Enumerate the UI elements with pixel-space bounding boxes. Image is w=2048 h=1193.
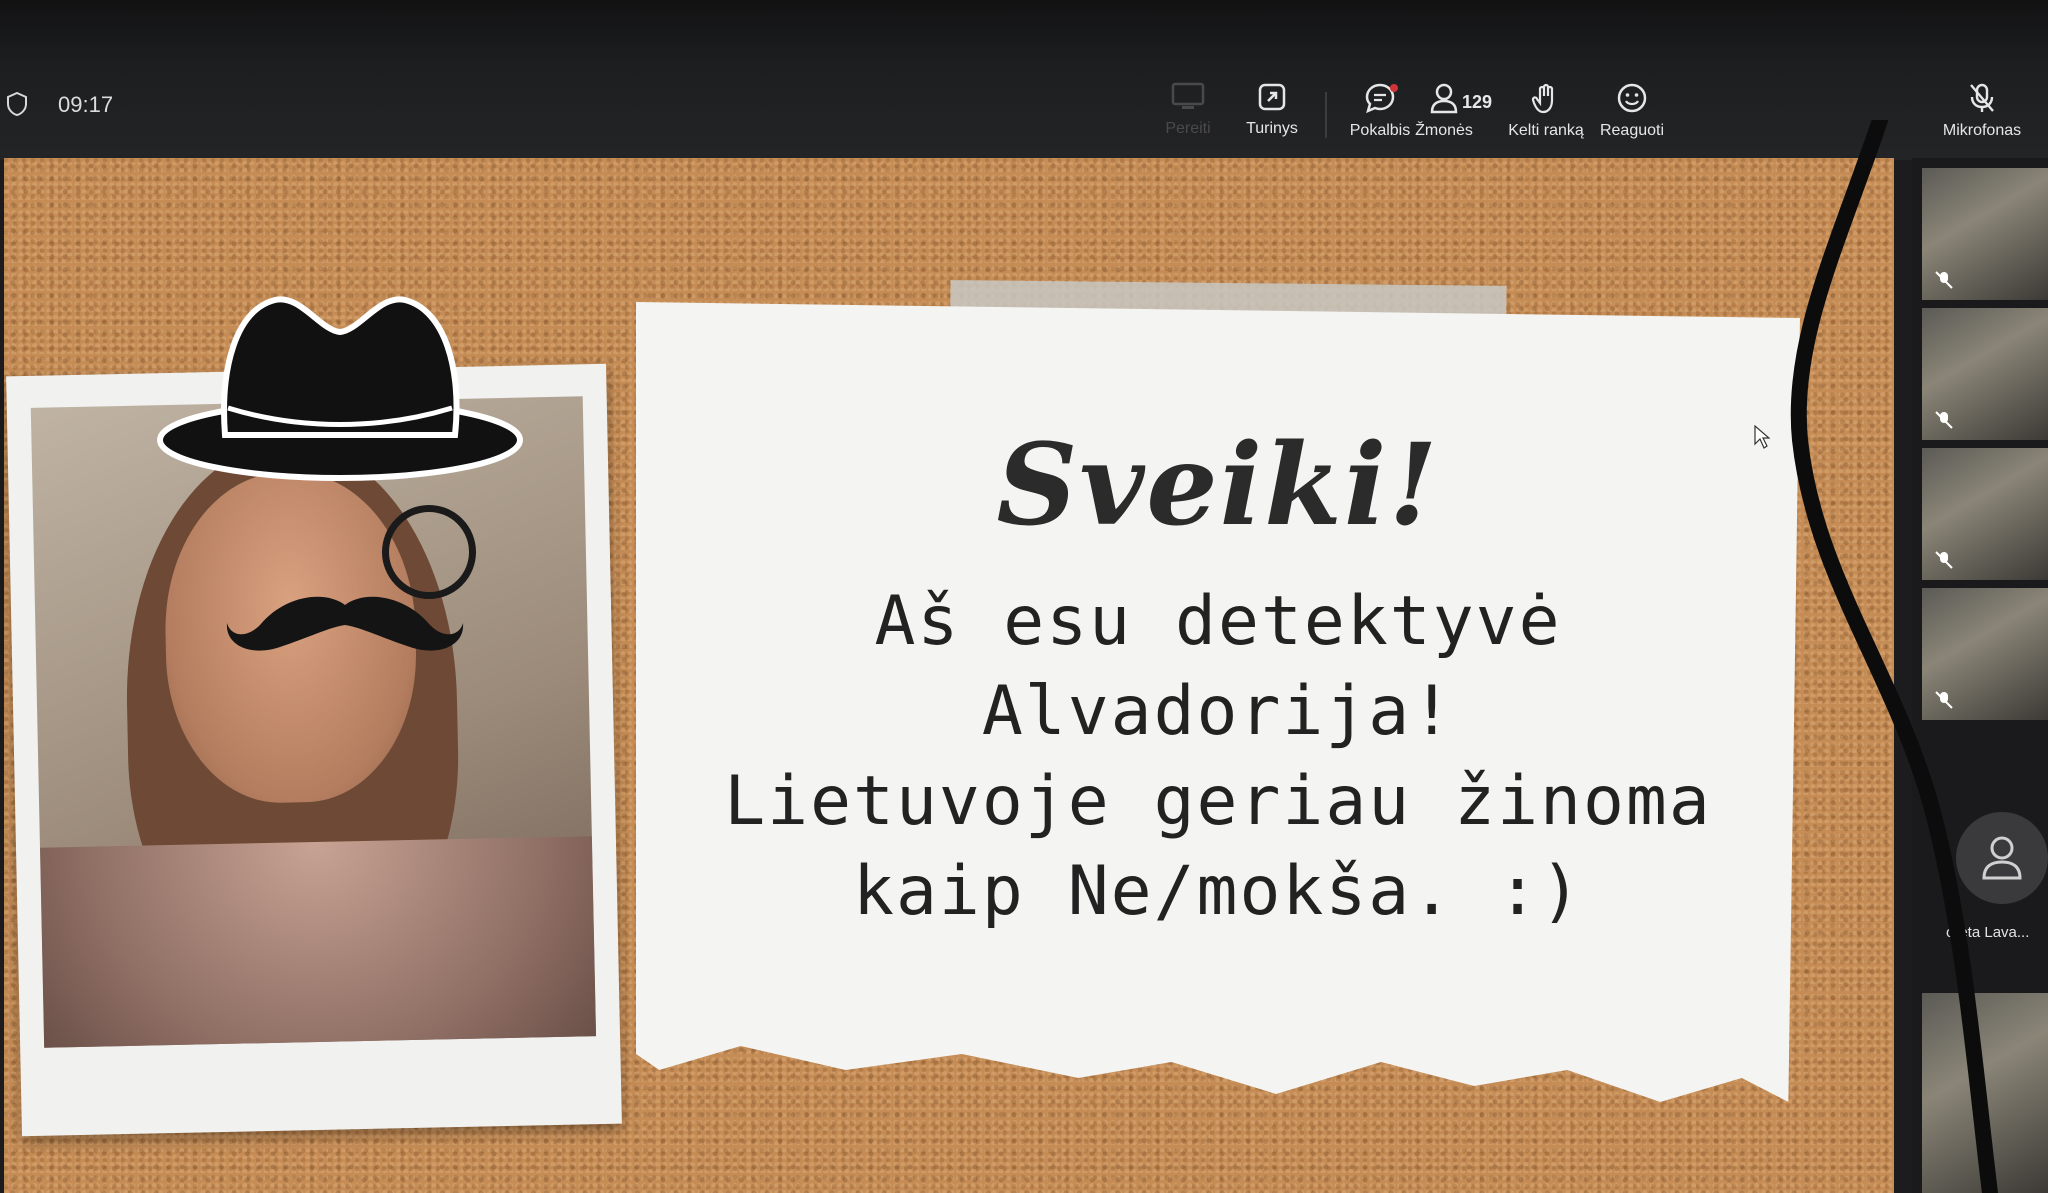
mustache-icon (226, 596, 464, 651)
people-label: Žmonės (1415, 122, 1473, 139)
react-button[interactable]: Reaguoti (1584, 82, 1680, 140)
people-count: 129 (1462, 92, 1493, 112)
content-share-icon (1258, 83, 1286, 111)
screen-share-icon (1171, 82, 1205, 109)
shield-icon (7, 92, 27, 116)
slide-line-1: Aš esu detektyvė (874, 582, 1562, 661)
raise-hand-label: Kelti ranką (1508, 122, 1584, 139)
toolbar-divider (1325, 92, 1327, 138)
slide-title: Sveiki! (996, 420, 1440, 551)
detective-hat-sticker (150, 290, 530, 495)
meeting-clock: 09:17 (58, 92, 114, 117)
raise-hand-icon (1531, 83, 1554, 114)
people-icon (1430, 83, 1458, 114)
raise-hand-button[interactable]: Kelti ranką (1498, 82, 1594, 140)
slide-line-3: Lietuvoje geriau žinoma (724, 762, 1712, 841)
mic-off-icon (1970, 83, 1994, 112)
slide-line-2: Alvadorija! (981, 672, 1455, 751)
react-smile-icon (1617, 83, 1647, 113)
hat-icon (157, 296, 523, 481)
share-screen-button[interactable]: Pereiti (1140, 82, 1236, 138)
content-button[interactable]: Turinys (1224, 82, 1320, 138)
slide-line-4: kaip Ne/mokša. :) (853, 852, 1583, 931)
foreground-cable (1790, 120, 1998, 1193)
mustache-sticker (225, 585, 465, 670)
share-label: Pereiti (1165, 120, 1211, 137)
react-label: Reaguoti (1599, 122, 1665, 139)
photo-blouse (39, 836, 597, 1048)
content-label: Turinys (1246, 120, 1298, 137)
meeting-toolbar: 09:17 Pereiti Turinys Pokalbis Žmonės 12… (0, 0, 2048, 160)
